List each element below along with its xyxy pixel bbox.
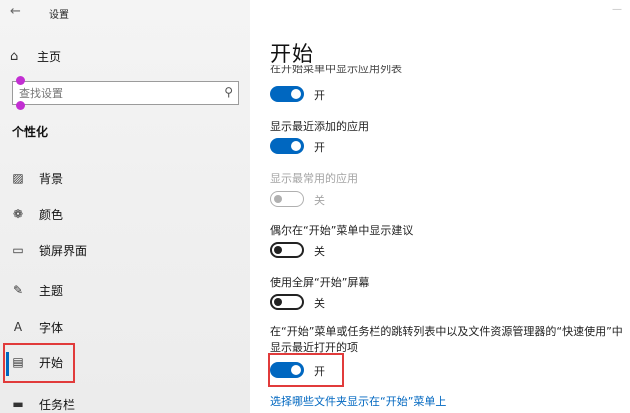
highlight-box [3, 343, 75, 383]
sidebar-item-colors[interactable]: ❁ 颜色 [6, 202, 242, 226]
highlight-box [268, 353, 344, 387]
brush-icon: ✎ [12, 283, 24, 297]
clipped-setting-label: 在开始菜单中显示应用列表 [270, 65, 470, 75]
setting-label: 使用全屏“开始”屏幕 [270, 276, 370, 289]
sidebar-item-lock-screen[interactable]: ▭ 锁屏界面 [6, 238, 242, 262]
annotation-marker [16, 76, 25, 85]
sidebar-item-label: 主题 [39, 283, 64, 298]
picture-icon: ▨ [12, 171, 24, 185]
taskbar-icon: ▬ [12, 397, 24, 411]
toggle-show-app-list[interactable] [270, 86, 304, 102]
sidebar-item-label: 颜色 [39, 207, 64, 222]
search-box[interactable]: ⚲ [12, 81, 239, 105]
sidebar-item-themes[interactable]: ✎ 主题 [6, 278, 242, 302]
back-arrow-icon[interactable]: ← [10, 4, 21, 19]
section-title: 个性化 [12, 125, 49, 139]
window-title: 设置 [49, 10, 69, 21]
palette-icon: ❁ [12, 207, 24, 221]
clipped-label-text: 在开始菜单中显示应用列表 [270, 65, 402, 75]
setting-label: 偶尔在“开始”菜单中显示建议 [270, 224, 414, 237]
toggle-state: 关 [314, 245, 325, 258]
sidebar-item-label: 锁屏界面 [39, 243, 88, 258]
annotation-marker [16, 101, 25, 110]
font-icon: A [13, 320, 23, 334]
home-label: 主页 [37, 49, 62, 64]
toggle-state: 开 [314, 89, 325, 102]
setting-label: 显示最近添加的应用 [270, 120, 369, 133]
setting-label: 在“开始”菜单或任务栏的跳转列表中以及文件资源管理器的“快速使用”中显示最近打开… [270, 325, 623, 354]
main-panel: — 开始 在开始菜单中显示应用列表 开 显示最近添加的应用 开 显示最常用的应用… [250, 0, 630, 413]
setting-label: 显示最常用的应用 [270, 172, 358, 185]
title-bar: ← 设置 [0, 0, 250, 26]
search-icon[interactable]: ⚲ [224, 85, 233, 99]
search-input[interactable] [13, 86, 213, 100]
sidebar-home[interactable]: ⌂ 主页 [10, 46, 240, 66]
sidebar-item-label: 背景 [39, 171, 64, 186]
sidebar-item-taskbar[interactable]: ▬ 任务栏 [6, 392, 242, 413]
toggle-state: 关 [314, 297, 325, 310]
choose-folders-link[interactable]: 选择哪些文件夹显示在“开始”菜单上 [270, 393, 446, 409]
sidebar-item-label: 任务栏 [39, 397, 76, 412]
toggle-full-screen[interactable] [270, 294, 304, 310]
home-icon: ⌂ [10, 48, 19, 64]
sidebar-item-fonts[interactable]: A 字体 [6, 315, 242, 339]
lock-screen-icon: ▭ [12, 243, 24, 257]
sidebar-item-background[interactable]: ▨ 背景 [6, 166, 242, 190]
sidebar-item-label: 字体 [39, 320, 64, 335]
toggle-suggestions[interactable] [270, 242, 304, 258]
page-title: 开始 [270, 42, 314, 66]
minimize-icon[interactable]: — [612, 4, 622, 15]
toggle-state: 关 [314, 194, 325, 207]
toggle-state: 开 [314, 141, 325, 154]
toggle-most-used [270, 191, 304, 207]
sidebar: ← 设置 ⌂ 主页 ⚲ 个性化 ▨ 背景 ❁ 颜色 ▭ 锁屏界面 ✎ 主题 A … [0, 0, 250, 413]
toggle-recently-added[interactable] [270, 138, 304, 154]
